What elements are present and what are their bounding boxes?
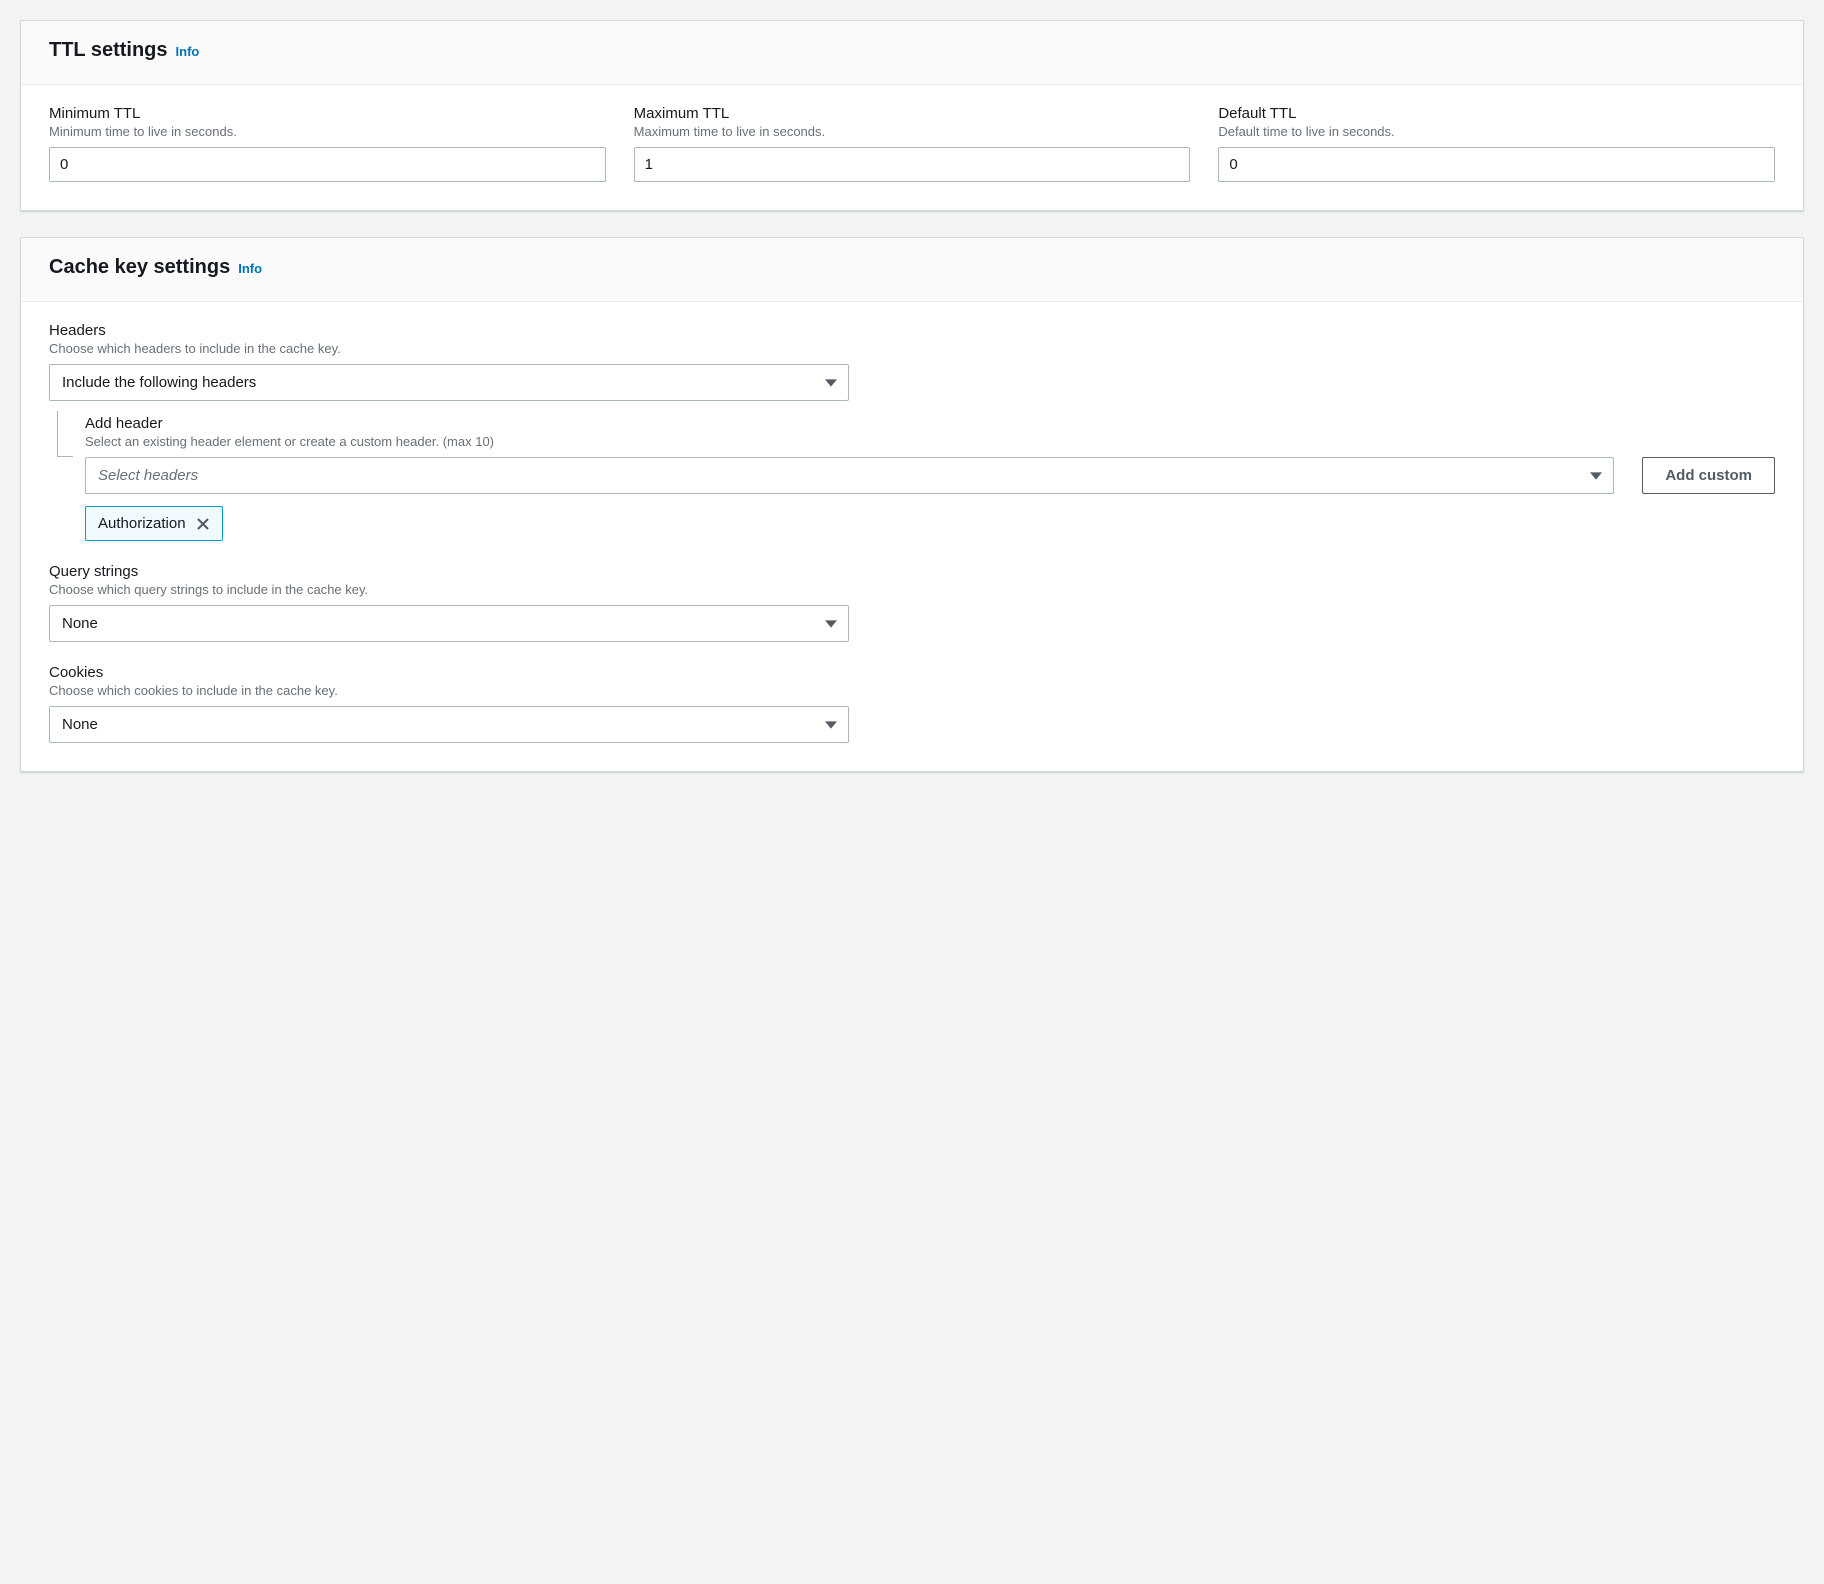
min-ttl-label: Minimum TTL bbox=[49, 105, 606, 122]
max-ttl-label: Maximum TTL bbox=[634, 105, 1191, 122]
cookies-section: Cookies Choose which cookies to include … bbox=[49, 664, 1775, 743]
ttl-panel-body: Minimum TTL Minimum time to live in seco… bbox=[21, 85, 1803, 210]
max-ttl-desc: Maximum time to live in seconds. bbox=[634, 124, 1191, 139]
ttl-panel-header: TTL settings Info bbox=[21, 21, 1803, 85]
ttl-settings-panel: TTL settings Info Minimum TTL Minimum ti… bbox=[20, 20, 1804, 211]
add-header-desc: Select an existing header element or cre… bbox=[85, 434, 1775, 449]
close-icon[interactable] bbox=[196, 517, 210, 531]
cookies-select[interactable]: None bbox=[49, 706, 849, 743]
tree-connector bbox=[57, 411, 73, 457]
default-ttl-input[interactable] bbox=[1218, 147, 1775, 182]
cookies-desc: Choose which cookies to include in the c… bbox=[49, 683, 1775, 698]
add-header-label: Add header bbox=[85, 415, 1775, 432]
header-tokens: Authorization bbox=[85, 506, 1775, 541]
add-custom-button[interactable]: Add custom bbox=[1642, 457, 1775, 494]
query-select-value: None bbox=[49, 605, 849, 642]
max-ttl-field: Maximum TTL Maximum time to live in seco… bbox=[634, 105, 1191, 182]
add-header-block: Add header Select an existing header ele… bbox=[57, 415, 1775, 541]
query-strings-section: Query strings Choose which query strings… bbox=[49, 563, 1775, 642]
add-header-select-col: Select headers bbox=[85, 457, 1614, 494]
headers-label: Headers bbox=[49, 322, 1775, 339]
select-headers-dropdown[interactable]: Select headers bbox=[85, 457, 1614, 494]
cache-panel-body: Headers Choose which headers to include … bbox=[21, 302, 1803, 771]
cookies-select-value: None bbox=[49, 706, 849, 743]
min-ttl-field: Minimum TTL Minimum time to live in seco… bbox=[49, 105, 606, 182]
headers-desc: Choose which headers to include in the c… bbox=[49, 341, 1775, 356]
headers-section: Headers Choose which headers to include … bbox=[49, 322, 1775, 541]
default-ttl-field: Default TTL Default time to live in seco… bbox=[1218, 105, 1775, 182]
cache-title: Cache key settings bbox=[49, 256, 230, 279]
default-ttl-label: Default TTL bbox=[1218, 105, 1775, 122]
cache-panel-header: Cache key settings Info bbox=[21, 238, 1803, 302]
token-label: Authorization bbox=[98, 515, 186, 532]
max-ttl-input[interactable] bbox=[634, 147, 1191, 182]
query-select[interactable]: None bbox=[49, 605, 849, 642]
select-headers-placeholder: Select headers bbox=[85, 457, 1614, 494]
headers-select-value: Include the following headers bbox=[49, 364, 849, 401]
ttl-row: Minimum TTL Minimum time to live in seco… bbox=[49, 105, 1775, 182]
cache-key-settings-panel: Cache key settings Info Headers Choose w… bbox=[20, 237, 1804, 772]
add-header-row: Select headers Add custom bbox=[85, 457, 1775, 494]
header-token-authorization: Authorization bbox=[85, 506, 223, 541]
ttl-title: TTL settings bbox=[49, 39, 168, 62]
ttl-info-link[interactable]: Info bbox=[176, 44, 200, 59]
default-ttl-desc: Default time to live in seconds. bbox=[1218, 124, 1775, 139]
min-ttl-input[interactable] bbox=[49, 147, 606, 182]
cache-info-link[interactable]: Info bbox=[238, 261, 262, 276]
query-label: Query strings bbox=[49, 563, 1775, 580]
min-ttl-desc: Minimum time to live in seconds. bbox=[49, 124, 606, 139]
query-desc: Choose which query strings to include in… bbox=[49, 582, 1775, 597]
cookies-label: Cookies bbox=[49, 664, 1775, 681]
headers-select[interactable]: Include the following headers bbox=[49, 364, 849, 401]
